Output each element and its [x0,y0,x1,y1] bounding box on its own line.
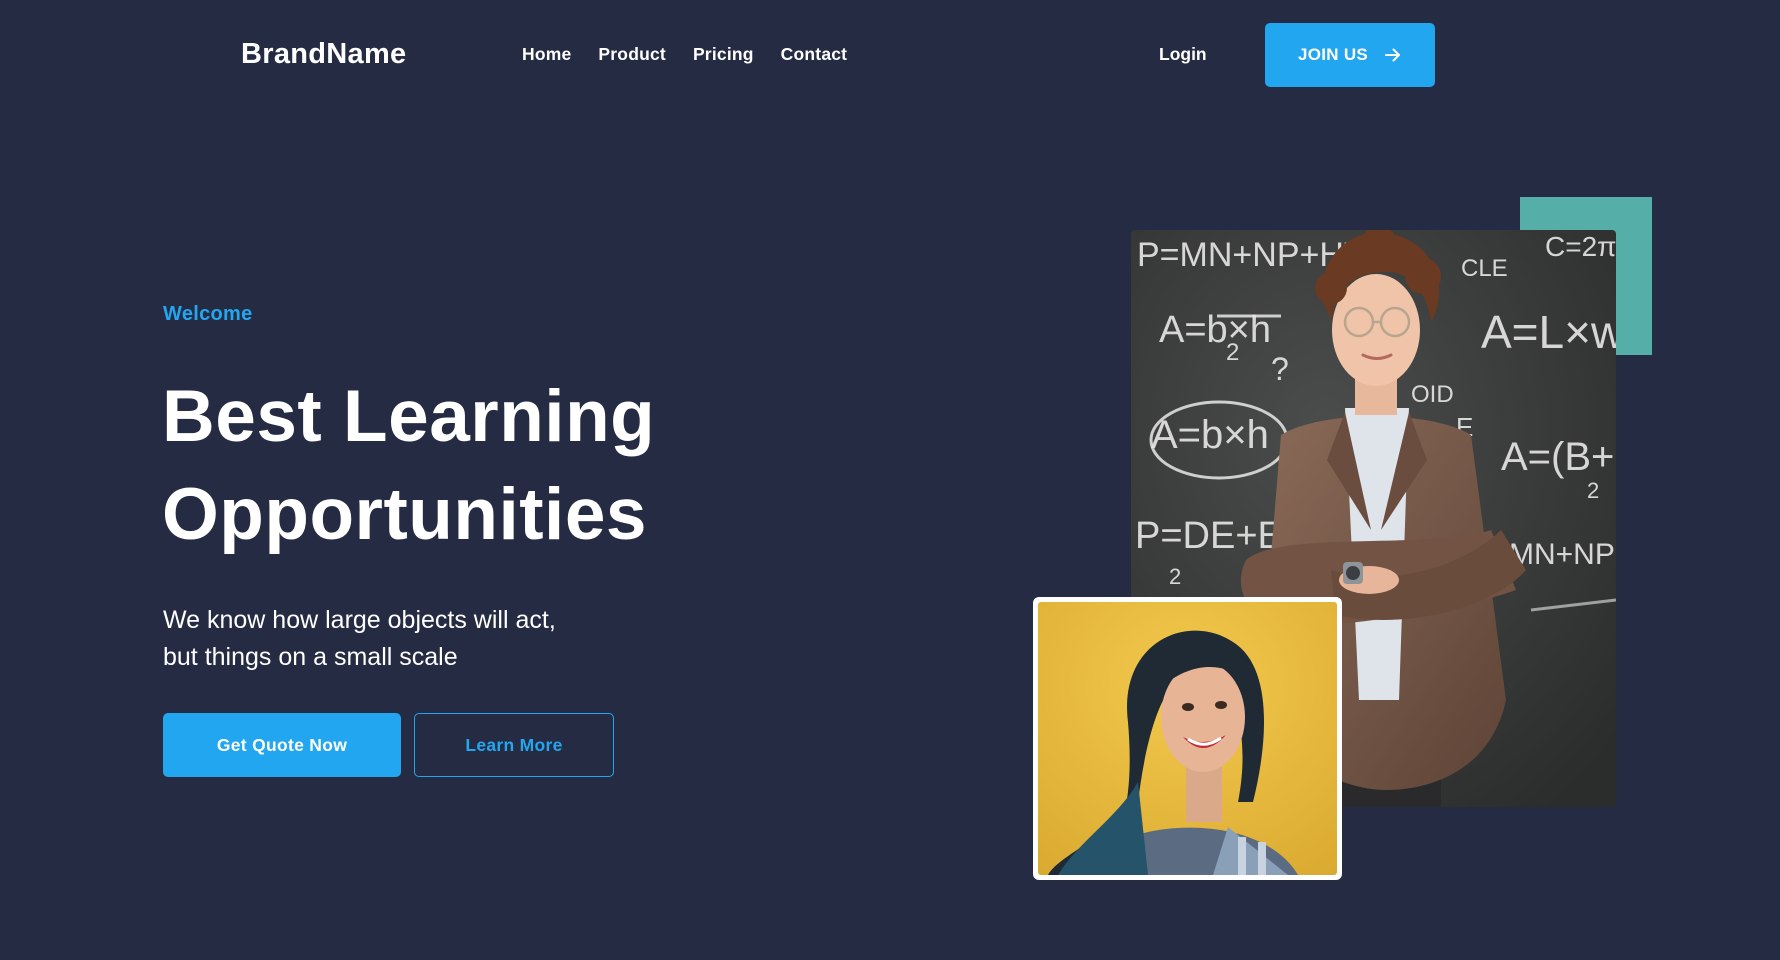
get-quote-button[interactable]: Get Quote Now [163,713,401,777]
nav-pricing[interactable]: Pricing [693,44,754,65]
landing-page: BrandName Home Product Pricing Contact L… [0,0,1780,960]
chalk-formula: P=DE+E [1135,515,1283,557]
hero-subtitle-line-2: but things on a small scale [163,643,458,671]
chalk-formula: A=L×w [1481,306,1616,358]
chalk-formula: A=b×h [1151,413,1269,457]
nav-contact[interactable]: Contact [781,44,848,65]
chalk-formula: 2 [1226,339,1239,366]
hero-title-line-1: Best Learning [162,376,656,457]
learn-more-button[interactable]: Learn More [414,713,614,777]
chalk-formula: C=2π [1545,231,1616,262]
chalk-formula: MN+NP+F [1509,538,1616,571]
chalk-formula: ? [1271,351,1289,387]
hero-title: Best Learning Opportunities [162,368,782,564]
chalk-formula: 2 [1587,478,1599,503]
chalk-formula: CLE [1461,255,1508,282]
chalk-formula: OID [1411,381,1454,408]
hero-eyebrow: Welcome [163,303,253,325]
student-photo-frame [1033,597,1342,880]
login-link[interactable]: Login [1159,44,1207,65]
brand-logo[interactable]: BrandName [241,38,406,71]
student-photo [1038,602,1337,875]
main-nav: Home Product Pricing Contact [522,44,847,65]
hero-subtitle-line-1: We know how large objects will act, [163,606,556,634]
chalk-formula: 2 [1169,564,1181,589]
arrow-right-icon [1385,48,1401,62]
join-us-label: JOIN US [1297,45,1369,64]
nav-home[interactable]: Home [522,44,571,65]
nav-product[interactable]: Product [598,44,666,65]
hero-subtitle: We know how large objects will act, but … [163,602,683,676]
chalk-formula: A=(B+b) [1501,435,1616,479]
hero-title-line-2: Opportunities [162,474,648,555]
join-us-button[interactable]: JOIN US [1265,23,1435,87]
